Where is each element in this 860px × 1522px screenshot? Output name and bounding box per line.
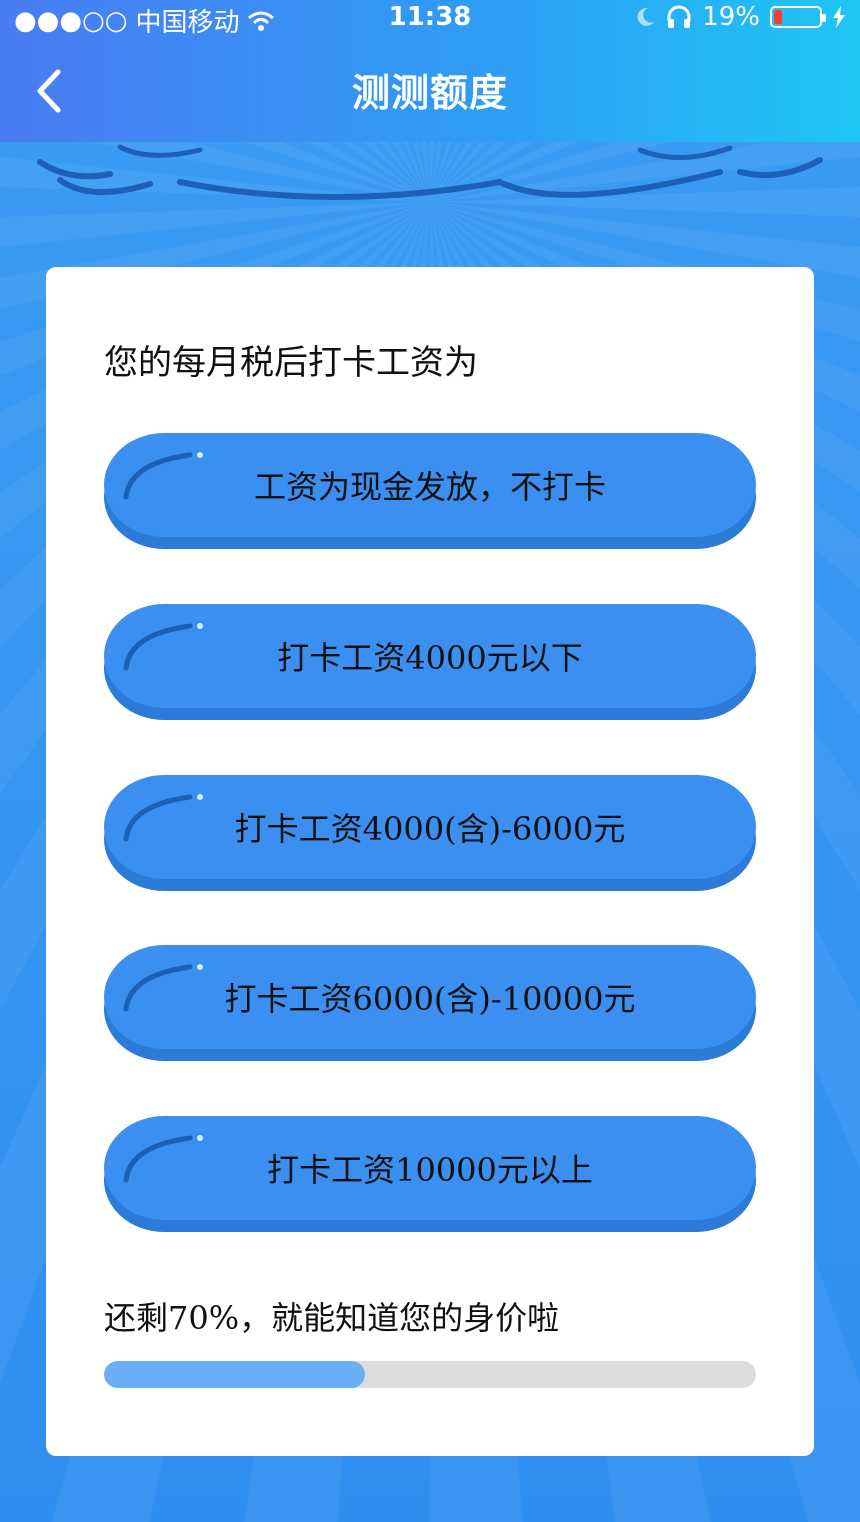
moon-icon (637, 7, 655, 26)
option-button-6000-10000[interactable]: 打卡工资6000(含)-10000元 (104, 945, 756, 1063)
page-title: 测测额度 (351, 71, 508, 115)
header: ●●●○○ 中国移动 11:38 19% 测测额度 (0, 0, 860, 142)
status-bar: ●●●○○ 中国移动 11:38 19% (0, 0, 860, 40)
option-label: 工资为现金发放，不打卡 (253, 468, 606, 506)
option-label: 打卡工资4000元以下 (277, 639, 583, 677)
battery-percent: 19% (702, 2, 760, 32)
option-button-4000-6000[interactable]: 打卡工资4000(含)-6000元 (104, 775, 756, 893)
question-text: 您的每月税后打卡工资为 (104, 343, 478, 383)
cloud-decoration (37, 144, 823, 200)
option-button-below-4000[interactable]: 打卡工资4000元以下 (104, 604, 756, 722)
progress-fill (104, 1361, 365, 1388)
headphones-icon (667, 5, 691, 28)
progress-text: 还剩70%，就能知道您的身价啦 (104, 1299, 560, 1337)
option-button-above-10000[interactable]: 打卡工资10000元以上 (104, 1116, 756, 1234)
option-label: 打卡工资6000(含)-10000元 (224, 980, 636, 1018)
option-label: 打卡工资4000(含)-6000元 (234, 810, 626, 848)
option-button-cash-salary[interactable]: 工资为现金发放，不打卡 (104, 433, 756, 551)
battery-icon (770, 6, 826, 28)
battery-level (774, 10, 783, 24)
charging-icon (833, 6, 845, 28)
progress-bar (104, 1361, 756, 1388)
option-label: 打卡工资10000元以上 (267, 1151, 593, 1189)
quiz-card: 您的每月税后打卡工资为 工资为现金发放，不打卡 打卡工资4000元以下 打卡工资… (46, 267, 814, 1456)
